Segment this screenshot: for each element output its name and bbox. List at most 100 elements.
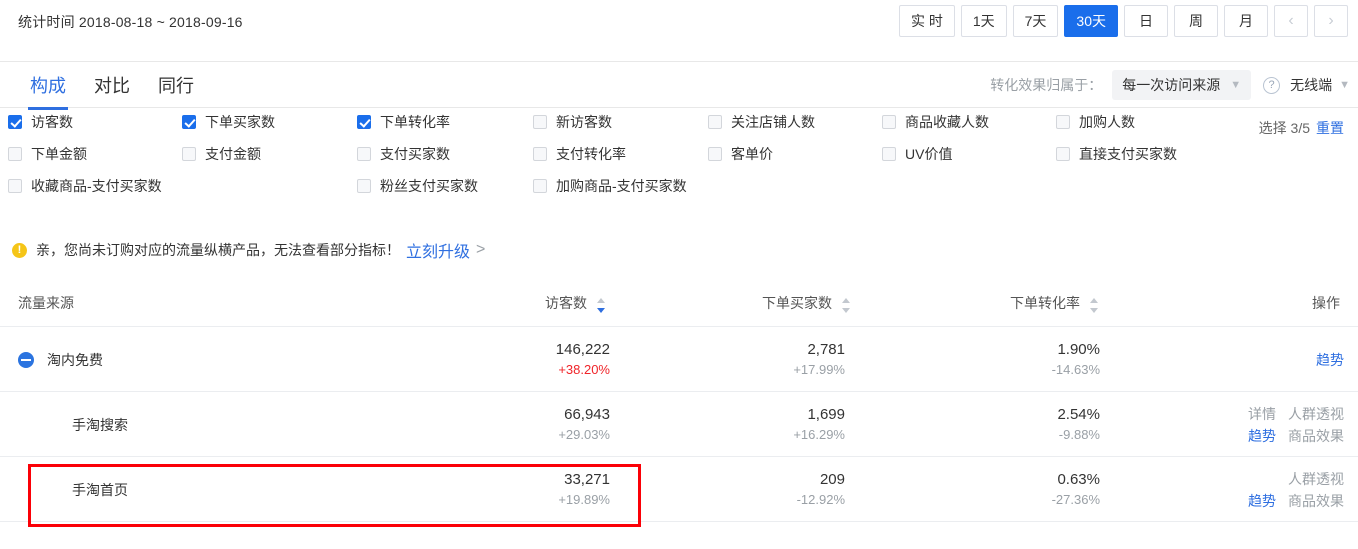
metric-checkbox-cart-item-paid-buyers[interactable]: 加购商品-支付买家数	[533, 176, 687, 196]
metric-label: 关注店铺人数	[731, 114, 815, 130]
checkbox-icon[interactable]	[882, 115, 896, 129]
source-name-wrap: 淘内免费	[18, 327, 103, 392]
checkbox-icon[interactable]	[1056, 147, 1070, 161]
metric-label: 直接支付买家数	[1079, 146, 1177, 162]
collapse-icon[interactable]	[18, 351, 34, 368]
checkbox-icon[interactable]	[8, 179, 22, 193]
cell-visitors: 33,271 +19.89%	[465, 457, 610, 522]
metric-checkbox-shop-followers[interactable]: 关注店铺人数	[708, 112, 815, 132]
metric-value: 1,699	[807, 406, 845, 423]
checkbox-icon[interactable]	[533, 115, 547, 129]
cell-visitors: 146,222 +38.20%	[465, 327, 610, 392]
metric-selection-count-text: 选择 3/5	[1258, 120, 1310, 136]
checkbox-icon[interactable]	[1056, 115, 1070, 129]
metric-label: 访客数	[31, 114, 73, 130]
metric-checkbox-order-amount[interactable]: 下单金额	[8, 144, 87, 164]
metric-checkbox-direct-paid-buyers[interactable]: 直接支付买家数	[1056, 144, 1177, 164]
table-row[interactable]: 手淘搜索 66,943 +29.03% 1,699 +16.29% 2.54% …	[0, 392, 1358, 457]
operation-trend-link[interactable]: 趋势	[1248, 425, 1276, 447]
metric-checkbox-order-buyers[interactable]: 下单买家数	[182, 112, 275, 132]
operation-detail-link[interactable]: 详情	[1248, 403, 1276, 425]
period-selector: 实 时 1天 7天 30天 日 周 月 ‹ ›	[893, 5, 1348, 37]
period-button-month[interactable]: 月	[1224, 5, 1268, 37]
top-bar: 统计时间 2018-08-18 ~ 2018-09-16 实 时 1天 7天 3…	[0, 0, 1358, 62]
metric-checkbox-uv-value[interactable]: UV价值	[882, 144, 952, 164]
column-header-order-conversion[interactable]: 下单转化率	[1010, 280, 1100, 327]
metric-checkbox-visitors[interactable]: 访客数	[8, 112, 73, 132]
metric-checkbox-fan-paid-buyers[interactable]: 粉丝支付买家数	[357, 176, 478, 196]
checkbox-icon[interactable]	[882, 147, 896, 161]
metric-checkbox-paid-buyers[interactable]: 支付买家数	[357, 144, 450, 164]
metric-label: 支付金额	[205, 146, 261, 162]
operation-item-effect-link[interactable]: 商品效果	[1288, 425, 1344, 447]
checkbox-icon[interactable]	[182, 147, 196, 161]
cell-operations: 趋势	[1316, 327, 1344, 392]
checkbox-icon[interactable]	[357, 147, 371, 161]
checkbox-icon[interactable]	[357, 115, 371, 129]
checkbox-icon[interactable]	[357, 179, 371, 193]
checkbox-icon[interactable]	[182, 115, 196, 129]
period-button-7days[interactable]: 7天	[1012, 5, 1059, 37]
metric-delta: -9.88%	[1058, 427, 1100, 442]
chevron-down-icon: ▼	[1339, 79, 1350, 91]
period-button-30days[interactable]: 30天	[1064, 5, 1118, 37]
column-header-label: 访客数	[545, 295, 587, 311]
metric-checkbox-order-conversion[interactable]: 下单转化率	[357, 112, 450, 132]
metric-value: 1.90%	[1057, 341, 1100, 358]
column-header-order-buyers[interactable]: 下单买家数	[762, 280, 852, 327]
table-row[interactable]: 手淘首页 33,271 +19.89% 209 -12.92% 0.63% -2…	[0, 457, 1358, 522]
cell-order-conversion: 0.63% -27.36%	[955, 457, 1100, 522]
operation-crowd-insight-link[interactable]: 人群透视	[1288, 403, 1344, 425]
checkbox-icon[interactable]	[708, 115, 722, 129]
column-header-visitors[interactable]: 访客数	[545, 280, 607, 327]
metric-checkbox-cart-adds[interactable]: 加购人数	[1056, 112, 1135, 132]
analytics-page: 统计时间 2018-08-18 ~ 2018-09-16 实 时 1天 7天 3…	[0, 0, 1358, 549]
tab-comparison[interactable]: 对比	[80, 62, 144, 109]
operation-item-effect-link[interactable]: 商品效果	[1288, 490, 1344, 512]
source-label: 手淘首页	[72, 481, 128, 498]
operation-trend-link[interactable]: 趋势	[1248, 490, 1276, 512]
table-header-row: 流量来源 访客数 下单买家数 下单转化率 操作	[0, 280, 1358, 327]
metric-value: 33,271	[564, 471, 610, 488]
metric-label: 支付买家数	[380, 146, 450, 162]
metric-checkbox-avg-order-value[interactable]: 客单价	[708, 144, 773, 164]
metric-checkbox-paid-conversion[interactable]: 支付转化率	[533, 144, 626, 164]
tab-composition[interactable]: 构成	[16, 62, 80, 110]
period-button-realtime[interactable]: 实 时	[898, 5, 955, 37]
checkbox-icon[interactable]	[8, 115, 22, 129]
period-button-1day[interactable]: 1天	[960, 5, 1007, 37]
cell-visitors: 66,943 +29.03%	[465, 392, 610, 457]
checkbox-icon[interactable]	[533, 147, 547, 161]
traffic-source-table: 流量来源 访客数 下单买家数 下单转化率 操作 淘内免费 146,222 +38…	[0, 280, 1358, 522]
metric-value: 146,222	[555, 341, 610, 358]
operation-line: 趋势 商品效果	[1248, 425, 1344, 447]
metric-reset-link[interactable]: 重置	[1316, 120, 1344, 136]
metric-label: 商品收藏人数	[905, 114, 989, 130]
cell-source: 手淘搜索	[72, 392, 128, 457]
metric-label: 加购人数	[1079, 114, 1135, 130]
operation-trend-link[interactable]: 趋势	[1316, 349, 1344, 371]
checkbox-icon[interactable]	[533, 179, 547, 193]
chevron-left-icon[interactable]: ‹	[1274, 5, 1308, 37]
chevron-right-icon[interactable]: ›	[1314, 5, 1348, 37]
attribution-select[interactable]: 每一次访问来源 ▼	[1112, 70, 1252, 100]
tab-peers[interactable]: 同行	[144, 62, 208, 109]
metric-checkbox-item-favorites[interactable]: 商品收藏人数	[882, 112, 989, 132]
checkbox-icon[interactable]	[8, 147, 22, 161]
terminal-select[interactable]: 无线端 ▼	[1290, 75, 1350, 95]
help-icon[interactable]: ?	[1263, 76, 1281, 94]
table-row[interactable]: 淘内免费 146,222 +38.20% 2,781 +17.99% 1.90%…	[0, 327, 1358, 392]
metric-selector-panel: 访客数 下单买家数 下单转化率 新访客数 关注店铺人数 商品收藏人数 加购人数 …	[0, 108, 1358, 200]
metric-checkbox-fav-item-paid-buyers[interactable]: 收藏商品-支付买家数	[8, 176, 162, 196]
tab-list: 构成 对比 同行	[16, 62, 208, 110]
period-button-week[interactable]: 周	[1174, 5, 1218, 37]
period-button-day[interactable]: 日	[1124, 5, 1168, 37]
operation-crowd-insight-link[interactable]: 人群透视	[1288, 468, 1344, 490]
metric-checkbox-new-visitors[interactable]: 新访客数	[533, 112, 612, 132]
cell-operations: 详情 人群透视 趋势 商品效果	[1248, 392, 1344, 457]
metric-checkbox-paid-amount[interactable]: 支付金额	[182, 144, 261, 164]
metric-value: 2.54%	[1057, 406, 1100, 423]
upgrade-link[interactable]: 立刻升级	[406, 238, 470, 262]
checkbox-icon[interactable]	[708, 147, 722, 161]
metric-delta: +17.99%	[793, 362, 845, 377]
